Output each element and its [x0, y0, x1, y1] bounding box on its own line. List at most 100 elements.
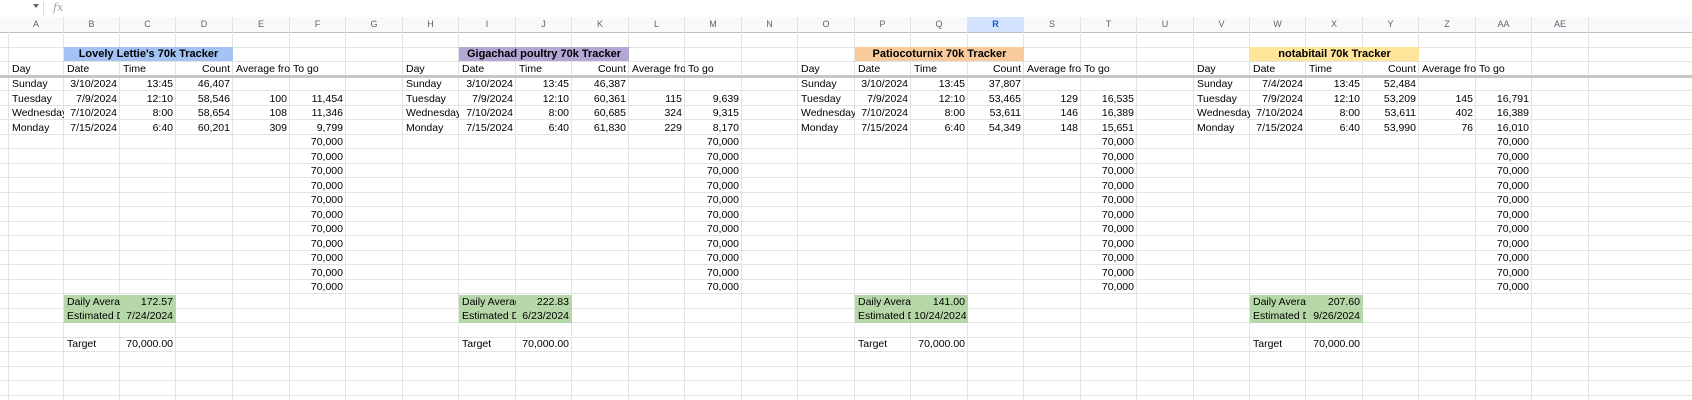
cell-time[interactable]: 8:00 — [911, 106, 968, 120]
cell-time[interactable]: 8:00 — [516, 106, 572, 120]
cell-date[interactable]: 7/4/2024 — [1250, 77, 1306, 91]
cell-day[interactable]: Wednesday — [798, 106, 855, 120]
cell-date[interactable]: 7/10/2024 — [459, 106, 516, 120]
cell-to-go[interactable]: 16,389 — [1081, 106, 1137, 120]
cell-average[interactable]: 324 — [629, 106, 685, 120]
cell-count[interactable]: 46,407 — [176, 77, 233, 91]
cell-date[interactable]: 7/15/2024 — [459, 121, 516, 135]
column-header-f[interactable]: F — [290, 17, 346, 32]
column-header-b[interactable]: B — [64, 17, 120, 32]
cell-date[interactable]: 7/9/2024 — [855, 92, 911, 106]
cell-to-go[interactable]: 70,000 — [685, 237, 742, 251]
cell-date[interactable]: 7/10/2024 — [64, 106, 120, 120]
cell-time[interactable]: 13:45 — [1306, 77, 1363, 91]
cell-to-go[interactable]: 70,000 — [1081, 222, 1137, 236]
cell-date[interactable]: 3/10/2024 — [459, 77, 516, 91]
cell-to-go[interactable]: 70,000 — [685, 280, 742, 294]
cell-count[interactable]: 53,611 — [1363, 106, 1419, 120]
cell-to-go[interactable]: 70,000 — [685, 193, 742, 207]
column-header-v[interactable]: V — [1194, 17, 1250, 32]
header-to-go[interactable]: To go — [685, 62, 742, 76]
cell-to-go[interactable]: 70,000 — [1081, 280, 1137, 294]
column-header-ae[interactable]: AE — [1532, 17, 1589, 32]
header-time[interactable]: Time — [1306, 62, 1363, 76]
cell-time[interactable]: 6:40 — [911, 121, 968, 135]
target-value[interactable]: 70,000.00 — [911, 337, 968, 351]
cell-count[interactable]: 61,830 — [572, 121, 629, 135]
header-average[interactable]: Average from — [1024, 62, 1081, 76]
cell-count[interactable]: 53,990 — [1363, 121, 1419, 135]
column-header-d[interactable]: D — [176, 17, 233, 32]
column-header-q[interactable]: Q — [911, 17, 968, 32]
column-header-k[interactable]: K — [572, 17, 629, 32]
cell-to-go[interactable]: 70,000 — [290, 280, 346, 294]
cell-count[interactable]: 53,611 — [968, 106, 1024, 120]
cell-to-go[interactable]: 70,000 — [1081, 179, 1137, 193]
cell-average[interactable]: 108 — [233, 106, 290, 120]
cell-average[interactable]: 402 — [1419, 106, 1476, 120]
cell-average[interactable] — [1419, 77, 1476, 91]
cell-to-go[interactable]: 70,000 — [1081, 237, 1137, 251]
column-header-s[interactable]: S — [1024, 17, 1081, 32]
cell-to-go[interactable]: 70,000 — [290, 135, 346, 149]
cell-to-go[interactable]: 70,000 — [1476, 222, 1532, 236]
column-header-j[interactable]: J — [516, 17, 572, 32]
header-count[interactable]: Count — [1363, 62, 1419, 76]
estimated-date-label[interactable]: Estimated Date — [1250, 309, 1306, 324]
header-day[interactable]: Day — [403, 62, 459, 76]
cell-to-go[interactable]: 70,000 — [1476, 266, 1532, 280]
cell-day[interactable]: Sunday — [1194, 77, 1250, 91]
column-header-x[interactable]: X — [1306, 17, 1363, 32]
cell-time[interactable]: 8:00 — [1306, 106, 1363, 120]
column-header-a[interactable]: A — [9, 17, 64, 32]
estimated-date-value[interactable]: 9/26/2024 — [1306, 309, 1363, 324]
tracker-title[interactable]: Patiocoturnix 70k Tracker — [855, 47, 1024, 61]
cell-average[interactable] — [1024, 77, 1081, 91]
header-day[interactable]: Day — [1194, 62, 1250, 76]
target-label[interactable]: Target — [459, 337, 516, 351]
cell-count[interactable]: 60,685 — [572, 106, 629, 120]
cell-to-go[interactable]: 16,389 — [1476, 106, 1532, 120]
target-value[interactable]: 70,000.00 — [1306, 337, 1363, 351]
cell-average[interactable]: 229 — [629, 121, 685, 135]
header-date[interactable]: Date — [459, 62, 516, 76]
cell-to-go[interactable]: 70,000 — [290, 266, 346, 280]
header-average[interactable]: Average from — [1419, 62, 1476, 76]
daily-average-value[interactable]: 222.83 — [516, 294, 572, 309]
cell-to-go[interactable]: 70,000 — [1476, 193, 1532, 207]
header-day[interactable]: Day — [9, 62, 64, 76]
cell-time[interactable]: 12:10 — [120, 92, 176, 106]
daily-average-value[interactable]: 172.57 — [120, 294, 176, 309]
cell-day[interactable]: Monday — [1194, 121, 1250, 135]
estimated-date-value[interactable]: 6/23/2024 — [516, 309, 572, 324]
tracker-title[interactable]: Lovely Lettie's 70k Tracker — [64, 47, 233, 61]
cell-count[interactable]: 46,387 — [572, 77, 629, 91]
cell-day[interactable]: Monday — [798, 121, 855, 135]
header-to-go[interactable]: To go — [1081, 62, 1137, 76]
cell-date[interactable]: 7/15/2024 — [855, 121, 911, 135]
column-header-l[interactable]: L — [629, 17, 685, 32]
cell-to-go[interactable]: 70,000 — [685, 150, 742, 164]
daily-average-label[interactable]: Daily Average — [459, 294, 516, 309]
cell-date[interactable]: 7/9/2024 — [64, 92, 120, 106]
cell-to-go[interactable]: 70,000 — [1476, 208, 1532, 222]
header-average[interactable]: Average from — [629, 62, 685, 76]
cell-to-go[interactable]: 70,000 — [685, 251, 742, 265]
cell-average[interactable]: 146 — [1024, 106, 1081, 120]
cell-to-go[interactable]: 70,000 — [290, 208, 346, 222]
column-header-m[interactable]: M — [685, 17, 742, 32]
cell-count[interactable]: 58,546 — [176, 92, 233, 106]
cell-to-go[interactable]: 11,454 — [290, 92, 346, 106]
cell-to-go[interactable]: 70,000 — [685, 266, 742, 280]
column-header-aa[interactable]: AA — [1476, 17, 1532, 32]
column-header-o[interactable]: O — [798, 17, 855, 32]
column-header-h[interactable]: H — [403, 17, 459, 32]
cell-to-go[interactable]: 70,000 — [1476, 251, 1532, 265]
cell-date[interactable]: 7/9/2024 — [459, 92, 516, 106]
cell-average[interactable] — [233, 77, 290, 91]
cell-to-go[interactable]: 16,010 — [1476, 121, 1532, 135]
cell-count[interactable]: 37,807 — [968, 77, 1024, 91]
column-header-c[interactable]: C — [120, 17, 176, 32]
cell-date[interactable]: 7/10/2024 — [855, 106, 911, 120]
cell-day[interactable]: Tuesday — [798, 92, 855, 106]
